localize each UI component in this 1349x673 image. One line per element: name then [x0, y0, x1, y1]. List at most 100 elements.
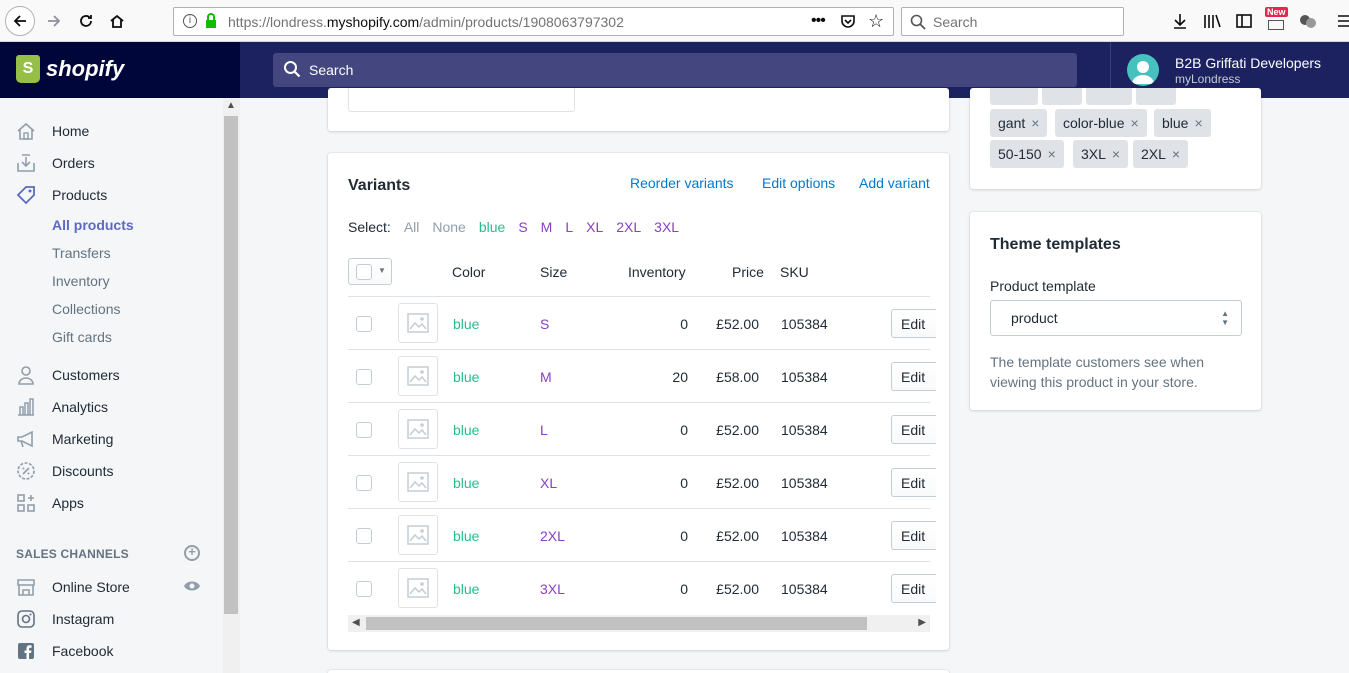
table-row: blue 2XL 0 £52.00 105384 Edit: [348, 508, 936, 561]
select-l[interactable]: L: [565, 219, 573, 235]
extension-new-icon[interactable]: New: [1265, 7, 1288, 30]
apps-icon: [16, 493, 36, 513]
select-none[interactable]: None: [432, 219, 465, 235]
sidebar-item-analytics[interactable]: Analytics: [16, 396, 108, 418]
bookmark-star-icon[interactable]: ☆: [868, 11, 884, 32]
sidebar-sub-collections[interactable]: Collections: [52, 301, 120, 317]
shopify-logo[interactable]: S shopify: [16, 55, 124, 83]
sidebar-item-instagram[interactable]: Instagram: [16, 608, 114, 630]
bulk-select-checkbox[interactable]: ▼: [348, 258, 392, 285]
scroll-right-arrow-icon[interactable]: ▶: [918, 617, 926, 628]
table-row: blue M 20 £58.00 105384 Edit: [348, 349, 936, 402]
select-m[interactable]: M: [541, 219, 553, 235]
select-blue[interactable]: blue: [479, 219, 505, 235]
url-bar[interactable]: i https://londress.myshopify.com/admin/p…: [173, 7, 894, 36]
image-placeholder-icon[interactable]: [398, 462, 438, 502]
tag-icon: [16, 185, 36, 205]
product-template-select[interactable]: product ▲ ▼: [990, 300, 1242, 336]
edit-variant-button[interactable]: Edit: [891, 415, 936, 444]
edit-variant-button[interactable]: Edit: [891, 468, 936, 497]
remove-tag-icon[interactable]: ×: [1194, 115, 1202, 131]
remove-tag-icon[interactable]: ×: [1112, 146, 1120, 162]
remove-tag-icon[interactable]: ×: [1031, 115, 1039, 131]
sidebar-item-orders[interactable]: Orders: [16, 152, 95, 174]
scroll-up-arrow-icon[interactable]: ▲: [226, 100, 236, 111]
select-3xl[interactable]: 3XL: [654, 219, 679, 235]
sidebar-item-products[interactable]: Products: [16, 184, 107, 206]
library-icon[interactable]: [1202, 11, 1222, 31]
tag-partial: [1136, 88, 1176, 105]
sidebar-scroll-thumb[interactable]: [224, 116, 238, 614]
tag-partial: [990, 88, 1038, 105]
bulk-checkbox[interactable]: [356, 264, 372, 280]
add-variant-link[interactable]: Add variant: [859, 175, 930, 191]
horizontal-scroll-thumb[interactable]: [366, 617, 867, 630]
column-header-inventory: Inventory: [628, 264, 686, 280]
sidebar-sub-inventory[interactable]: Inventory: [52, 273, 110, 289]
variant-color: blue: [453, 422, 480, 438]
edit-variant-button[interactable]: Edit: [891, 362, 936, 391]
row-checkbox[interactable]: [356, 369, 372, 385]
sidebar-item-online-store[interactable]: Online Store: [16, 576, 130, 598]
back-icon[interactable]: [5, 6, 35, 36]
customers-icon: [16, 365, 36, 385]
home-icon[interactable]: [103, 7, 131, 35]
browser-search-input[interactable]: Search: [901, 7, 1124, 36]
select-2xl[interactable]: 2XL: [616, 219, 641, 235]
reorder-variants-link[interactable]: Reorder variants: [630, 175, 734, 191]
sidebar-toggle-icon[interactable]: [1234, 11, 1254, 31]
edit-options-link[interactable]: Edit options: [762, 175, 835, 191]
download-icon[interactable]: [1170, 11, 1190, 31]
admin-search-input[interactable]: Search: [273, 53, 1077, 87]
sidebar-item-customers[interactable]: Customers: [16, 364, 120, 386]
image-placeholder-icon[interactable]: [398, 356, 438, 396]
reload-icon[interactable]: [72, 7, 100, 35]
row-checkbox[interactable]: [356, 316, 372, 332]
sidebar-item-facebook[interactable]: Facebook: [16, 640, 113, 662]
image-placeholder-icon[interactable]: [398, 409, 438, 449]
eye-icon[interactable]: [183, 579, 201, 595]
add-channel-icon[interactable]: +: [184, 545, 200, 561]
chevron-down-icon[interactable]: ▼: [378, 266, 386, 275]
image-placeholder-icon[interactable]: [398, 568, 438, 608]
sidebar-sub-gift-cards[interactable]: Gift cards: [52, 329, 112, 345]
store-icon: [16, 577, 36, 597]
variant-inventory: 0: [680, 422, 688, 438]
more-icon[interactable]: •••: [811, 12, 826, 30]
info-icon[interactable]: i: [183, 14, 197, 28]
variant-color: blue: [453, 369, 480, 385]
sidebar-scrollbar[interactable]: ▲: [223, 98, 240, 673]
sidebar-item-discounts[interactable]: Discounts: [16, 460, 113, 482]
sidebar-sub-all-products[interactable]: All products: [52, 217, 134, 233]
image-placeholder-icon[interactable]: [398, 515, 438, 555]
edit-variant-button[interactable]: Edit: [891, 574, 936, 603]
variant-inventory: 20: [672, 369, 688, 385]
pocket-icon[interactable]: [840, 13, 856, 32]
remove-tag-icon[interactable]: ×: [1130, 115, 1138, 131]
row-checkbox[interactable]: [356, 581, 372, 597]
sidebar-item-home[interactable]: Home: [16, 120, 89, 142]
select-s[interactable]: S: [518, 219, 527, 235]
scroll-left-arrow-icon[interactable]: ◀: [352, 617, 360, 628]
menu-icon[interactable]: [1334, 11, 1349, 31]
table-horizontal-scrollbar[interactable]: ◀ ▶: [348, 615, 930, 632]
row-checkbox[interactable]: [356, 475, 372, 491]
sidebar-sub-transfers[interactable]: Transfers: [52, 245, 111, 261]
edit-variant-button[interactable]: Edit: [891, 521, 936, 550]
select-all[interactable]: All: [404, 219, 420, 235]
row-checkbox[interactable]: [356, 528, 372, 544]
remove-tag-icon[interactable]: ×: [1048, 146, 1056, 162]
edit-variant-button[interactable]: Edit: [891, 309, 936, 338]
sidebar-item-apps[interactable]: Apps: [16, 492, 84, 514]
image-placeholder-icon[interactable]: [398, 303, 438, 343]
sales-channels-heading: SALES CHANNELS: [16, 547, 129, 561]
extension-icon[interactable]: [1298, 11, 1318, 31]
user-name: B2B Griffati Developers: [1175, 55, 1322, 71]
variant-sku: 105384: [781, 422, 828, 438]
select-xl[interactable]: XL: [586, 219, 603, 235]
variants-title: Variants: [348, 177, 411, 194]
forward-icon[interactable]: [40, 7, 68, 35]
row-checkbox[interactable]: [356, 422, 372, 438]
sidebar-item-marketing[interactable]: Marketing: [16, 428, 113, 450]
remove-tag-icon[interactable]: ×: [1172, 146, 1180, 162]
